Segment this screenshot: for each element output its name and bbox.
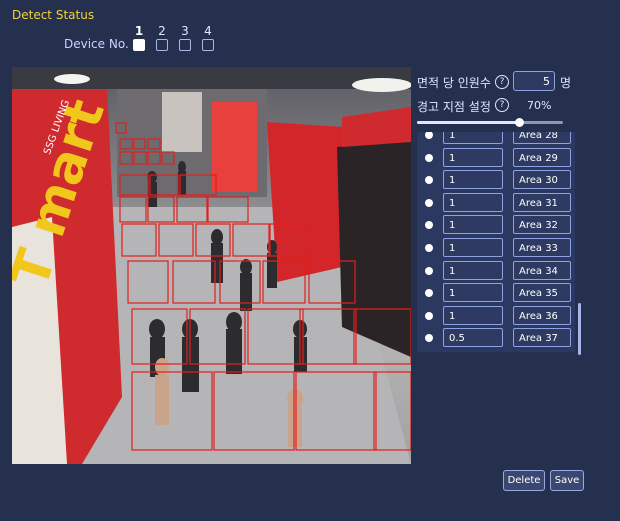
area-row[interactable]: 0.5 Area 37 [417, 328, 575, 348]
area-name[interactable]: Area 35 [513, 283, 571, 303]
area-list[interactable]: 1 Area 28 1 Area 29 1 Area 30 1 Area 31 1 Area 32… [417, 132, 575, 352]
people-per-area-label: 면적 당 인원수 [417, 76, 491, 90]
device-number-2: 2 [158, 24, 166, 38]
area-row[interactable]: 1 Area 28 [417, 132, 575, 145]
page-title: Detect Status [12, 8, 95, 22]
area-name[interactable]: Area 29 [513, 147, 571, 167]
area-value-input[interactable]: 1 [443, 305, 503, 325]
device-number-1: 1 [134, 24, 144, 38]
area-radio[interactable] [425, 132, 433, 139]
area-value-input[interactable]: 1 [443, 215, 503, 235]
area-row[interactable]: 1 Area 35 [417, 283, 575, 303]
device-number-3: 3 [181, 24, 189, 38]
area-value-input[interactable]: 1 [443, 170, 503, 190]
area-radio[interactable] [425, 334, 433, 343]
camera-scene: T mart SSG LIVING [12, 67, 411, 464]
area-name[interactable]: Area 31 [513, 192, 571, 212]
area-name[interactable]: Area 33 [513, 238, 571, 257]
area-radio[interactable] [425, 244, 433, 252]
area-radio[interactable] [425, 176, 433, 185]
area-radio[interactable] [425, 198, 433, 207]
device-checkbox-1[interactable] [133, 39, 145, 51]
area-value-input[interactable]: 1 [443, 283, 503, 303]
device-checkbox-4[interactable] [202, 39, 214, 51]
area-name[interactable]: Area 34 [513, 260, 571, 280]
area-radio[interactable] [425, 289, 433, 298]
area-row[interactable]: 1 Area 30 [417, 170, 575, 190]
area-row[interactable]: 1 Area 34 [417, 260, 575, 281]
slider-fill [417, 121, 520, 124]
area-radio[interactable] [425, 153, 433, 162]
people-unit-label: 명 [560, 76, 572, 90]
area-radio[interactable] [425, 311, 433, 320]
area-value-input[interactable]: 1 [443, 147, 503, 167]
help-icon[interactable]: ? [495, 75, 509, 89]
area-name[interactable]: Area 36 [513, 305, 571, 325]
slider-handle[interactable] [515, 118, 525, 127]
area-name[interactable]: Area 37 [513, 328, 571, 348]
area-value-input[interactable]: 1 [443, 238, 503, 257]
device-checkbox-3[interactable] [179, 39, 191, 51]
area-row[interactable]: 1 Area 32 [417, 215, 575, 235]
camera-view[interactable]: T mart SSG LIVING [12, 67, 411, 464]
area-row[interactable]: 1 Area 36 [417, 305, 575, 326]
area-radio[interactable] [425, 266, 433, 275]
area-value-input[interactable]: 1 [443, 260, 503, 280]
warning-point-slider[interactable] [417, 118, 563, 127]
area-value-input[interactable]: 1 [443, 192, 503, 212]
device-checkbox-2[interactable] [156, 39, 168, 51]
area-row[interactable]: 1 Area 31 [417, 192, 575, 213]
device-number-4: 4 [204, 24, 212, 38]
area-list-scrollbar[interactable] [578, 303, 581, 355]
area-value-input[interactable]: 0.5 [443, 328, 503, 348]
area-row[interactable]: 1 Area 33 [417, 238, 575, 258]
save-button[interactable]: Save [550, 470, 584, 491]
area-row[interactable]: 1 Area 29 [417, 147, 575, 168]
help-icon[interactable]: ? [495, 98, 509, 112]
area-value-input[interactable]: 1 [443, 132, 503, 144]
area-radio[interactable] [425, 221, 433, 230]
warning-point-percent: 70% [527, 99, 552, 112]
people-per-area-input[interactable]: 5 [513, 71, 555, 91]
device-label: Device No. [64, 37, 129, 51]
area-name[interactable]: Area 30 [513, 170, 571, 190]
area-name[interactable]: Area 32 [513, 215, 571, 235]
area-name[interactable]: Area 28 [513, 132, 571, 144]
delete-button[interactable]: Delete [503, 470, 545, 491]
warning-point-label: 경고 지점 설정 [417, 100, 491, 114]
